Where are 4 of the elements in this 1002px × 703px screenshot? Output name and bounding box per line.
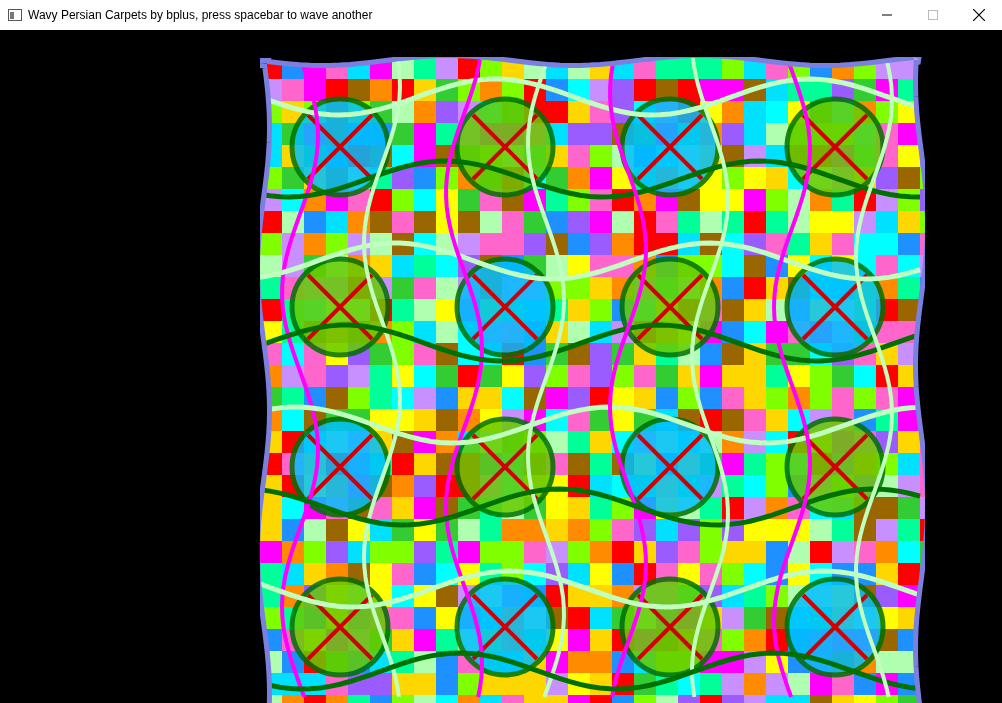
maximize-icon (928, 10, 938, 20)
app-icon (8, 9, 22, 21)
window-title: Wavy Persian Carpets by bplus, press spacebar to wave another (28, 8, 374, 22)
close-icon (973, 9, 985, 21)
